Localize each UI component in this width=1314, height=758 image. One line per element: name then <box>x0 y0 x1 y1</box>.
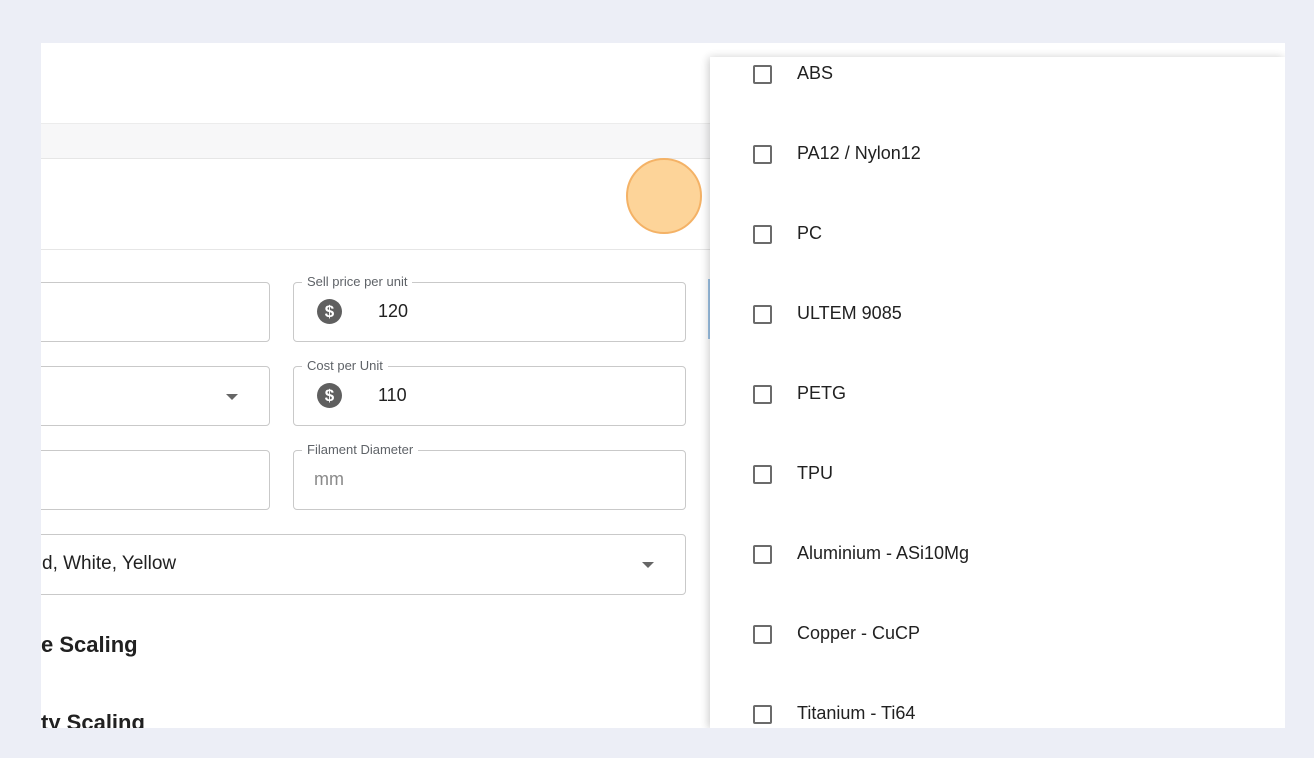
dollar-icon: $ <box>317 383 342 408</box>
material-option-label: ULTEM 9085 <box>797 303 902 323</box>
checkbox[interactable] <box>753 545 772 564</box>
checkbox[interactable] <box>753 465 772 484</box>
sell-price-value: 120 <box>378 301 409 321</box>
checkbox[interactable] <box>753 225 772 244</box>
checkbox[interactable] <box>753 65 772 84</box>
material-option-label: PC <box>797 223 823 243</box>
material-option-label: TPU <box>797 463 833 483</box>
materials-dropdown-menu: ABS PA12 / Nylon12 PC ULTEM 9085 PETG TP… <box>710 57 1285 728</box>
material-option[interactable]: ULTEM 9085 <box>710 275 1285 355</box>
cost-per-unit-label: Cost per Unit <box>302 358 388 373</box>
left-text-field[interactable] <box>41 282 270 342</box>
material-option-label: PETG <box>797 383 847 403</box>
screenshot-frame: Sell price per unit $ 120 Cost per Unit … <box>5 5 1309 755</box>
sell-price-label: Sell price per unit <box>302 274 413 289</box>
dollar-icon: $ <box>317 299 342 324</box>
material-option[interactable]: Titanium - Ti64 <box>710 675 1285 728</box>
sell-price-field[interactable]: Sell price per unit $ 120 <box>293 274 686 342</box>
app-viewport: Sell price per unit $ 120 Cost per Unit … <box>41 43 1285 728</box>
material-option[interactable]: Copper - CuCP <box>710 595 1285 675</box>
checkbox[interactable] <box>753 625 772 644</box>
material-option-label: ABS <box>797 63 834 83</box>
colors-select-value: d, White, Yellow <box>42 553 177 574</box>
colors-select[interactable]: d, White, Yellow <box>41 534 686 595</box>
checkbox[interactable] <box>753 385 772 404</box>
material-option[interactable]: PETG <box>710 355 1285 435</box>
click-indicator <box>626 158 702 234</box>
material-option[interactable]: PA12 / Nylon12 <box>710 115 1285 195</box>
material-option[interactable]: Aluminium - ASi10Mg <box>710 515 1285 595</box>
checkbox[interactable] <box>753 705 772 724</box>
checkbox[interactable] <box>753 305 772 324</box>
section-title-scaling: e Scaling <box>41 632 138 657</box>
chevron-down-icon <box>226 394 238 400</box>
material-option-label: PA12 / Nylon12 <box>797 143 921 163</box>
filament-diameter-placeholder: mm <box>314 469 344 489</box>
left-text-field-2[interactable] <box>41 450 270 510</box>
checkbox[interactable] <box>753 145 772 164</box>
cost-per-unit-value: 110 <box>378 385 407 405</box>
left-select-field[interactable] <box>41 366 270 426</box>
filament-diameter-field[interactable]: Filament Diameter mm <box>293 442 686 510</box>
material-option-label: Titanium - Ti64 <box>797 703 916 723</box>
material-option[interactable]: TPU <box>710 435 1285 515</box>
material-option-label: Copper - CuCP <box>797 623 921 643</box>
chevron-down-icon <box>642 562 654 568</box>
material-option[interactable]: ABS <box>710 57 1285 115</box>
filament-diameter-label: Filament Diameter <box>302 442 419 457</box>
material-option-label: Aluminium - ASi10Mg <box>797 543 970 563</box>
section-title-quantity-scaling: ty Scaling <box>41 710 145 728</box>
material-option[interactable]: PC <box>710 195 1285 275</box>
cost-per-unit-field[interactable]: Cost per Unit $ 110 <box>293 358 686 426</box>
